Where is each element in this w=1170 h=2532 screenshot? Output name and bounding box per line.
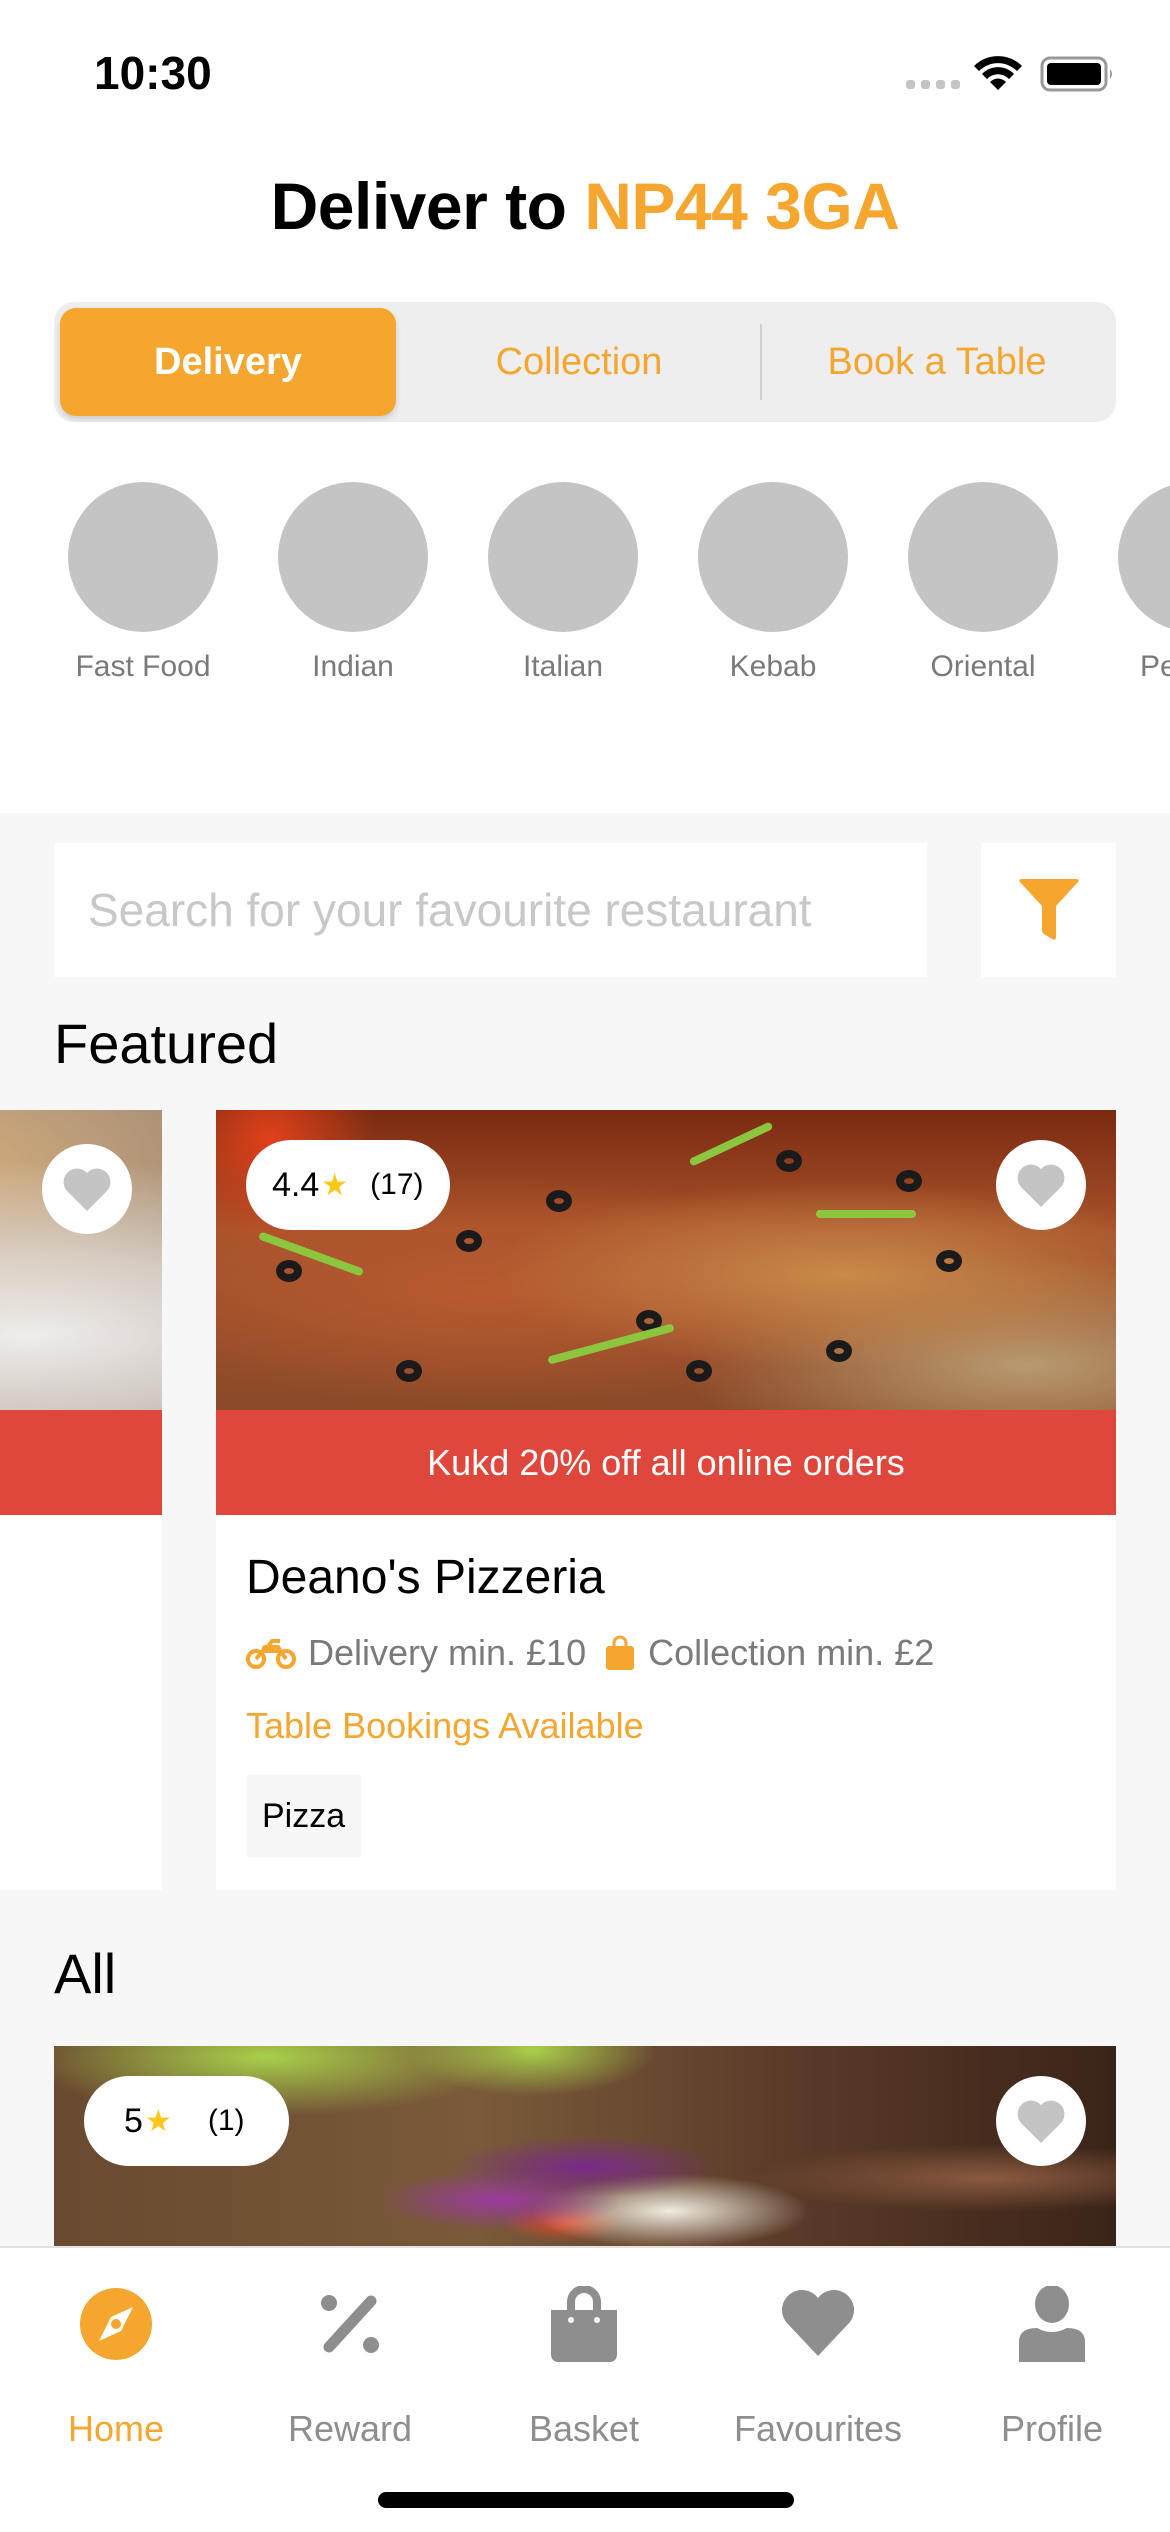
review-count: (1)	[207, 2104, 245, 2137]
shopping-bag-icon	[606, 1635, 635, 1670]
category-label: Italian	[522, 650, 604, 683]
star-icon: ★	[321, 1168, 349, 1202]
category-indian[interactable]: Indian	[278, 482, 428, 684]
restaurant-name: Deano's Pizzeria	[246, 1551, 605, 1604]
featured-heading: Featured	[54, 1012, 279, 1075]
category-kebab[interactable]: Kebab	[698, 482, 848, 684]
restaurant-list-section: Featured Kukd 20% off all online orders	[0, 813, 1170, 2246]
category-image	[278, 482, 428, 632]
heart-icon	[1017, 2100, 1065, 2143]
table-bookings-available: Table Bookings Available	[246, 1705, 644, 1746]
tab-label: Profile	[1000, 2408, 1104, 2449]
category-image	[1118, 482, 1170, 632]
promo-banner	[0, 1410, 162, 1515]
category-partial[interactable]: Pe	[1118, 482, 1170, 684]
filter-button[interactable]	[981, 843, 1116, 977]
restaurant-card[interactable]: 5 ★ (1)	[54, 2046, 1116, 2246]
filter-icon	[1018, 879, 1079, 940]
category-image	[908, 482, 1058, 632]
rating-badge: 4.4 ★ (17)	[246, 1140, 450, 1230]
heart-icon	[1017, 1164, 1065, 1207]
bottom-tab-bar: Home Reward Basket Favourites Profile	[0, 2246, 1170, 2532]
percent-icon	[321, 2295, 379, 2353]
collection-minimum: Collection min. £2	[648, 1632, 935, 1673]
cuisine-tag: Pizza	[246, 1775, 362, 1857]
search-input[interactable]	[54, 843, 927, 977]
category-image	[488, 482, 638, 632]
tab-label: Basket	[528, 2408, 640, 2449]
promo-banner: Kukd 20% off all online orders	[216, 1410, 1116, 1515]
deliver-to-label: Deliver to	[270, 169, 585, 243]
category-oriental[interactable]: Oriental	[908, 482, 1058, 684]
star-icon: ★	[144, 2104, 172, 2138]
tab-collection[interactable]: Collection	[404, 308, 754, 416]
review-count: (17)	[370, 1168, 424, 1201]
heart-icon	[782, 2290, 854, 2356]
battery-icon	[1040, 56, 1112, 92]
favourite-button[interactable]	[996, 2076, 1086, 2166]
category-fast-food[interactable]: Fast Food	[68, 482, 218, 684]
motorbike-icon	[246, 1639, 296, 1669]
rating-value: 4.4	[272, 1165, 320, 1204]
rating-badge: 5 ★ (1)	[84, 2076, 289, 2166]
status-bar: 10:30	[0, 0, 1170, 130]
category-image	[68, 482, 218, 632]
postcode[interactable]: NP44 3GA	[584, 169, 900, 243]
category-label: Pe	[1140, 650, 1170, 683]
category-image	[698, 482, 848, 632]
delivery-minimum: Delivery min. £10	[308, 1632, 587, 1673]
segment-divider	[760, 324, 762, 400]
favourite-button[interactable]	[996, 1140, 1086, 1230]
status-time: 10:30	[94, 47, 212, 99]
tab-reward[interactable]: Reward	[240, 2284, 460, 2450]
tab-delivery[interactable]: Delivery	[60, 308, 396, 416]
all-heading: All	[54, 1942, 117, 2005]
favourite-button[interactable]	[42, 1144, 132, 1234]
tab-label: Home	[67, 2408, 165, 2449]
compass-icon	[80, 2288, 152, 2360]
featured-card-partial[interactable]	[0, 1110, 162, 1890]
deliver-to-title[interactable]: Deliver to NP44 3GA	[0, 168, 1170, 244]
featured-card[interactable]: Kukd 20% off all online orders 4.4 ★ (17…	[216, 1110, 1116, 1890]
category-label: Fast Food	[75, 650, 211, 683]
tab-basket[interactable]: Basket	[474, 2284, 694, 2450]
tab-favourites[interactable]: Favourites	[708, 2284, 928, 2450]
order-minimums: Delivery min. £10 Collection min. £2	[246, 1632, 934, 1674]
category-label: Indian	[312, 650, 394, 683]
wifi-icon	[974, 56, 1022, 90]
category-label: Kebab	[729, 650, 817, 683]
category-italian[interactable]: Italian	[488, 482, 638, 684]
tab-book-a-table[interactable]: Book a Table	[764, 308, 1110, 416]
heart-icon	[63, 1168, 111, 1211]
category-label: Oriental	[930, 650, 1036, 683]
tab-home[interactable]: Home	[6, 2284, 226, 2450]
category-carousel[interactable]: Fast Food Indian Italian Kebab Oriental …	[0, 482, 1170, 692]
tab-label: Reward	[287, 2408, 413, 2449]
shopping-bag-icon	[551, 2286, 617, 2362]
tab-profile[interactable]: Profile	[942, 2284, 1162, 2450]
tab-label: Favourites	[733, 2408, 903, 2449]
rating-value: 5	[124, 2101, 143, 2140]
order-mode-segmented-control: Delivery Collection Book a Table	[54, 302, 1116, 422]
signal-dots-icon	[906, 80, 960, 89]
user-icon	[1019, 2286, 1085, 2362]
home-indicator[interactable]	[378, 2492, 794, 2508]
